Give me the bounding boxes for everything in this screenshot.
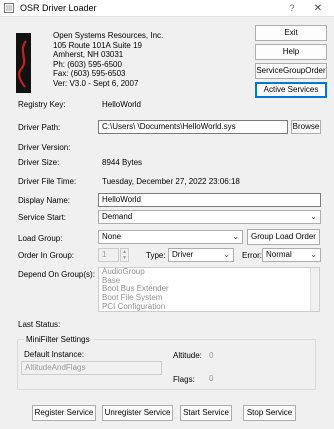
chevron-down-icon[interactable]: ⌄ xyxy=(310,211,317,223)
registry-key-label: Registry Key: xyxy=(18,100,66,109)
start-service-button[interactable]: Start Service xyxy=(180,405,232,421)
default-instance-input[interactable]: AltitudeAndFlags xyxy=(21,361,162,375)
service-group-order-button[interactable]: ServiceGroupOrder xyxy=(255,63,327,79)
error-select[interactable]: Normal ⌄ xyxy=(262,248,321,262)
active-services-button[interactable]: Active Services xyxy=(255,82,327,98)
osr-logo-icon xyxy=(16,33,31,93)
list-item[interactable]: PCI Configuration xyxy=(99,302,319,311)
company-line: Ph: (603) 595-6500 xyxy=(53,59,122,69)
company-line: Ver: V3.0 - Sept 6, 2007 xyxy=(53,78,139,88)
driver-size-label: Driver Size: xyxy=(18,158,60,167)
load-group-value: None xyxy=(102,232,122,241)
minifilter-settings-title: MiniFilter Settings xyxy=(24,335,92,344)
order-in-group-label: Order In Group: xyxy=(18,251,75,260)
group-load-order-button[interactable]: Group Load Order xyxy=(247,229,320,245)
close-button[interactable]: ✕ xyxy=(306,1,330,16)
service-start-label: Service Start: xyxy=(18,213,67,222)
window-title: OSR Driver Loader xyxy=(20,3,97,13)
company-info: Open Systems Resources, Inc. 105 Route 1… xyxy=(53,31,163,88)
title-bar: OSR Driver Loader ? ✕ xyxy=(0,0,334,17)
load-group-label: Load Group: xyxy=(18,234,63,243)
depend-on-groups-list[interactable]: AudioGroup Base Boot Bus Extender Boot F… xyxy=(98,267,320,312)
help-title-button[interactable]: ? xyxy=(281,1,303,16)
chevron-down-icon[interactable]: ⌄ xyxy=(310,249,317,261)
display-name-input[interactable]: HelloWorld xyxy=(98,193,321,207)
list-item[interactable]: AudioGroup xyxy=(99,268,319,277)
registry-key-value: HelloWorld xyxy=(102,100,141,109)
error-label: Error: xyxy=(242,251,262,260)
last-status-label: Last Status: xyxy=(18,320,61,329)
stop-service-button[interactable]: Stop Service xyxy=(243,405,296,421)
driver-path-label: Driver Path: xyxy=(18,123,61,132)
chevron-down-icon[interactable]: ⌄ xyxy=(223,249,230,261)
driver-file-time-value: Tuesday, December 27, 2022 23:06:18 xyxy=(102,177,240,186)
help-button[interactable]: Help xyxy=(255,44,327,60)
flags-value: 0 xyxy=(209,374,214,383)
depend-on-groups-label: Depend On Group(s): xyxy=(18,270,95,279)
service-start-select[interactable]: Demand ⌄ xyxy=(98,210,321,224)
driver-size-value: 8944 Bytes xyxy=(102,158,143,167)
browse-button[interactable]: Browse xyxy=(291,120,321,134)
driver-path-input[interactable]: C:\Users\ \Documents\HelloWorld.sys xyxy=(98,120,288,134)
chevron-down-icon[interactable]: ⌄ xyxy=(232,231,239,243)
display-name-label: Display Name: xyxy=(18,196,71,205)
driver-loader-icon xyxy=(4,3,14,13)
driver-version-label: Driver Version: xyxy=(18,143,71,152)
list-scrollbar[interactable] xyxy=(310,268,319,311)
type-value: Driver xyxy=(172,250,194,259)
company-line: 105 Route 101A Suite 19 xyxy=(53,40,142,50)
type-label: Type: xyxy=(146,251,166,260)
driver-file-time-label: Driver File Time: xyxy=(18,177,77,186)
company-line: Open Systems Resources, Inc. xyxy=(53,31,164,40)
order-in-group-input[interactable]: 1 xyxy=(98,248,119,262)
error-value: Normal xyxy=(266,250,292,259)
unregister-service-button[interactable]: Unregister Service xyxy=(102,405,173,421)
type-select[interactable]: Driver ⌄ xyxy=(168,248,234,262)
default-instance-label: Default Instance: xyxy=(24,350,85,359)
altitude-label: Altitude: xyxy=(173,351,202,360)
flags-label: Flags: xyxy=(173,375,195,384)
order-in-group-spinner[interactable]: ▲ ▼ xyxy=(120,248,129,262)
service-start-value: Demand xyxy=(102,212,133,221)
exit-button[interactable]: Exit xyxy=(255,25,327,41)
altitude-value: 0 xyxy=(209,351,214,360)
register-service-button[interactable]: Register Service xyxy=(32,405,96,421)
company-line: Fax: (603) 595-6503 xyxy=(53,69,126,78)
load-group-select[interactable]: None ⌄ xyxy=(98,230,243,244)
company-line: Amherst, NH 03031 xyxy=(53,50,124,59)
